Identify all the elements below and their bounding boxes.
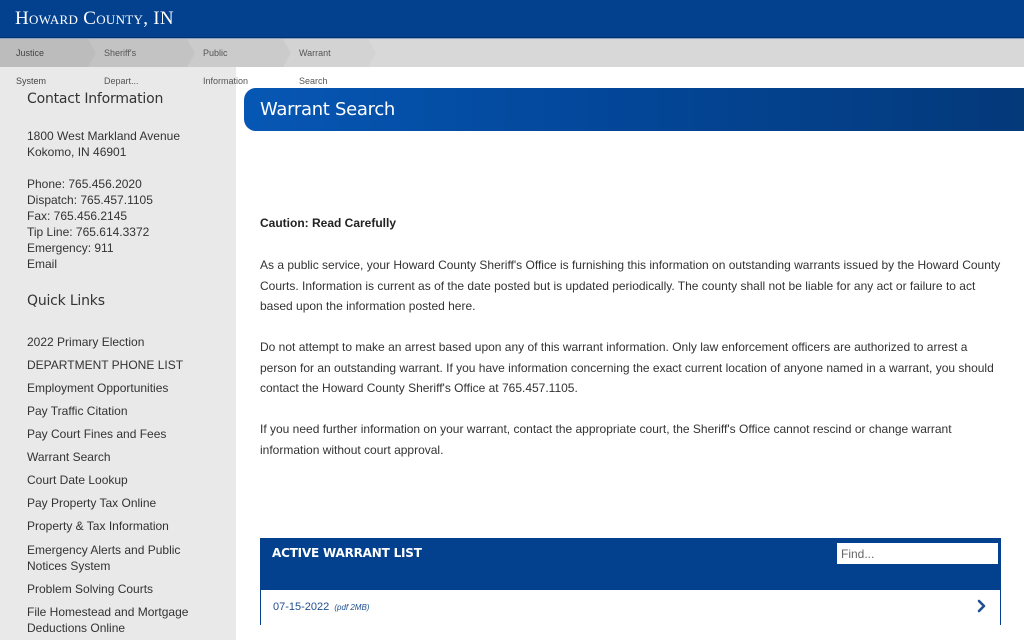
contact-dispatch: Dispatch: 765.457.1105 — [27, 193, 153, 207]
warrant-item-date: 07-15-2022 — [273, 601, 330, 613]
page-title: Warrant Search — [260, 99, 396, 120]
quick-link-problem-solving-courts[interactable]: Problem Solving Courts — [27, 581, 227, 597]
warrant-list-title: ACTIVE WARRANT LIST — [272, 546, 422, 560]
breadcrumb-item-warrant-search[interactable]: Warrant Search — [283, 39, 376, 86]
quick-link-property-tax-info[interactable]: Property & Tax Information — [27, 518, 227, 534]
contact-tip-line: Tip Line: 765.614.3372 — [27, 225, 150, 239]
find-input[interactable] — [837, 543, 998, 564]
contact-heading: Contact Information — [27, 91, 164, 107]
quick-link-pay-court-fines[interactable]: Pay Court Fines and Fees — [27, 426, 227, 442]
warrant-item-filesize: (pdf 2MB) — [334, 603, 370, 612]
chevron-right-icon[interactable] — [976, 599, 988, 613]
contact-phone: Phone: 765.456.2020 — [27, 177, 142, 191]
breadcrumb-label: Warrant Search — [299, 48, 331, 86]
quick-links-heading: Quick Links — [27, 293, 105, 309]
breadcrumb-item-sheriffs-department[interactable]: Sheriff's Depart... — [88, 39, 195, 86]
active-warrant-list: ACTIVE WARRANT LIST 07-15-2022 (pdf 2MB) — [260, 538, 1001, 625]
warrant-item-link[interactable]: 07-15-2022 (pdf 2MB) — [273, 601, 369, 613]
warrant-list-header: ACTIVE WARRANT LIST — [261, 539, 1000, 590]
arrest-warning-paragraph: Do not attempt to make an arrest based u… — [260, 340, 994, 395]
caution-heading: Caution: Read Carefully — [260, 216, 397, 230]
page-header-banner: Warrant Search — [244, 88, 1024, 131]
breadcrumb: Justice System Sheriff's Depart... Publi… — [0, 38, 1024, 86]
quick-link-homestead-deductions[interactable]: File Homestead and Mortgage Deductions O… — [27, 604, 212, 636]
address-line-2: Kokomo, IN 46901 — [27, 145, 127, 159]
quick-link-pay-traffic-citation[interactable]: Pay Traffic Citation — [27, 403, 227, 419]
site-title[interactable]: Howard County, IN — [15, 8, 174, 30]
warrant-list-item[interactable]: 07-15-2022 (pdf 2MB) — [261, 590, 1000, 625]
contact-email-link[interactable]: Email — [27, 256, 57, 272]
disclaimer-paragraph: As a public service, your Howard County … — [260, 258, 1001, 313]
sidebar: Contact Information 1800 West Markland A… — [0, 67, 236, 640]
quick-link-emergency-alerts[interactable]: Emergency Alerts and Public Notices Syst… — [27, 542, 207, 574]
contact-emergency: Emergency: 911 — [27, 241, 114, 255]
quick-link-primary-election[interactable]: 2022 Primary Election — [27, 334, 227, 350]
site-header: Howard County, IN — [0, 0, 1024, 38]
quick-link-employment[interactable]: Employment Opportunities — [27, 380, 227, 396]
breadcrumb-item-justice-system[interactable]: Justice System — [0, 39, 96, 86]
breadcrumb-item-public-information[interactable]: Public Information — [187, 39, 291, 86]
quick-link-department-phone-list[interactable]: DEPARTMENT PHONE LIST — [27, 357, 227, 373]
quick-link-pay-property-tax[interactable]: Pay Property Tax Online — [27, 495, 227, 511]
quick-link-warrant-search[interactable]: Warrant Search — [27, 449, 227, 465]
address-line-1: 1800 West Markland Avenue — [27, 129, 180, 143]
further-info-paragraph: If you need further information on your … — [260, 422, 952, 457]
contact-fax: Fax: 765.456.2145 — [27, 209, 128, 223]
quick-link-court-date-lookup[interactable]: Court Date Lookup — [27, 472, 227, 488]
